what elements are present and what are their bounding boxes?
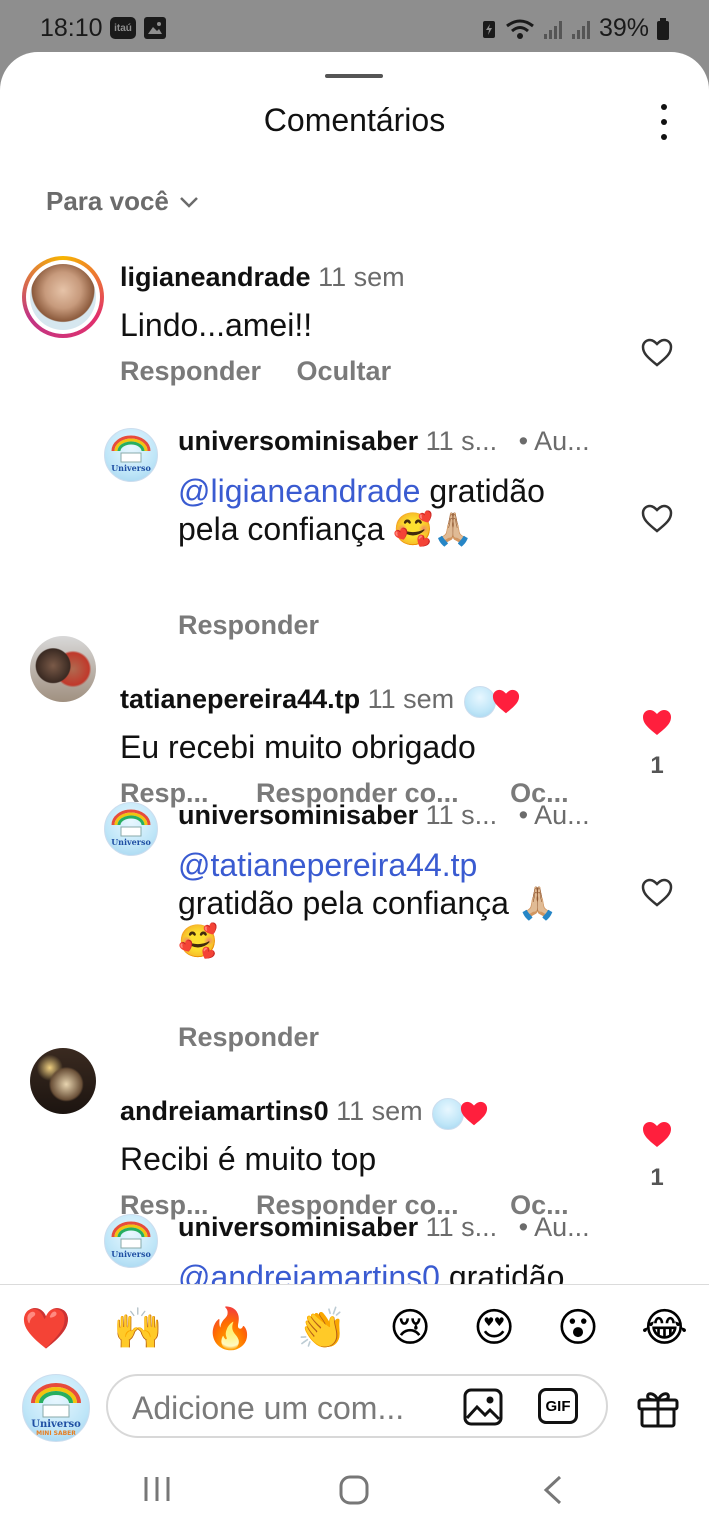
svg-text:Universo: Universo (31, 1419, 81, 1430)
svg-text:Universo: Universo (111, 463, 151, 473)
signal-icon-1 (543, 20, 562, 39)
comment-time: 11 s... (425, 800, 498, 830)
more-options-icon[interactable] (652, 104, 676, 140)
comments-sheet: Comentários Para você ligianeandrade 11 … (0, 52, 709, 1536)
heart-filled-icon[interactable] (641, 708, 673, 738)
hide-button[interactable]: Ocultar (297, 356, 392, 386)
filter-label: Para você (46, 186, 169, 216)
emoji-laughing[interactable]: 😂 (641, 1305, 688, 1351)
heart-outline-icon[interactable] (641, 504, 673, 534)
comment-text: Recibi é muito top (120, 1141, 377, 1177)
comment-actions: Responder (178, 1022, 319, 1053)
status-time: 18:10 (40, 14, 103, 42)
chevron-down-icon (179, 196, 198, 208)
avatar[interactable]: Universo (104, 428, 158, 482)
comment-input-placeholder: Adicione um com... (132, 1390, 405, 1426)
avatar[interactable] (30, 636, 96, 702)
image-icon[interactable] (462, 1387, 504, 1427)
like-count: 1 (650, 1164, 664, 1191)
avatar[interactable] (22, 256, 104, 338)
home-icon[interactable] (338, 1474, 370, 1506)
comment-username[interactable]: andreiamartins0 11 sem (120, 1096, 494, 1130)
comment-username[interactable]: universominisaber 11 s... • Au... (178, 426, 590, 457)
itau-app-icon: itaú (110, 17, 136, 39)
gif-label: GIF (545, 1397, 571, 1415)
comment-time: 11 s... (425, 426, 498, 456)
comment-text: Lindo...amei!! (120, 307, 313, 343)
mention-link[interactable]: @tatianepereira44.tp (178, 847, 477, 883)
reply-button[interactable]: Responder (120, 356, 261, 386)
emoji-clap[interactable]: 👏 (297, 1305, 347, 1352)
recent-apps-icon[interactable] (142, 1474, 172, 1504)
wifi-icon (506, 19, 534, 39)
comments-list[interactable]: Comentários Para você ligianeandrade 11 … (0, 52, 709, 1285)
emoji-heart[interactable]: ❤️ (21, 1305, 71, 1352)
back-icon[interactable] (540, 1474, 566, 1506)
gift-icon[interactable] (636, 1388, 680, 1428)
svg-text:Universo: Universo (111, 837, 151, 847)
battery-percentage: 39% (598, 14, 649, 42)
reply-button[interactable]: Responder (178, 610, 319, 640)
system-navigation-bar (0, 1452, 709, 1536)
gallery-notification-icon (144, 17, 166, 39)
comment-time: 11 sem (318, 262, 405, 292)
emoji-heart-eyes[interactable]: 😍 (473, 1305, 515, 1351)
sheet-title: Comentários (263, 102, 446, 138)
comment-text: Eu recebi muito obrigado (120, 729, 476, 765)
heart-filled-icon[interactable] (641, 1120, 673, 1150)
avatar[interactable]: Universo (104, 802, 158, 856)
status-bar: 18:10 itaú 39% (0, 0, 709, 58)
comment-username[interactable]: universominisaber 11 s... • Au... (178, 800, 590, 831)
drag-handle[interactable] (325, 74, 383, 78)
comment-text: @tatianepereira44.tp gratidão pela confia… (178, 847, 558, 959)
heart-filled-icon (492, 689, 519, 714)
emoji-reaction-bar: ❤️ 🙌 🔥 👏 😢 😍 😮 😂 (0, 1284, 709, 1371)
avatar[interactable] (30, 1048, 96, 1114)
comment-time: 11 s... (425, 1212, 498, 1242)
author-tag: • Au... (518, 1212, 590, 1242)
signal-icon-2 (571, 20, 590, 39)
comment-username[interactable]: ligianeandrade 11 sem (120, 262, 405, 293)
comment-input[interactable]: Adicione um com... GIF (106, 1374, 608, 1438)
emoji-surprised[interactable]: 😮 (557, 1305, 599, 1351)
avatar[interactable]: Universo (104, 1214, 158, 1268)
comment-time: 11 sem (336, 1096, 423, 1126)
comment-username[interactable]: universominisaber 11 s... • Au... (178, 1212, 590, 1243)
emoji-fire[interactable]: 🔥 (205, 1305, 255, 1352)
comment-username[interactable]: tatianepereira44.tp 11 sem (120, 684, 526, 718)
heart-outline-icon[interactable] (641, 338, 673, 368)
comment-text: @andreiamartins0 gratidão (178, 1258, 618, 1285)
comment-text: @ligianeandrade gratidão pela confiança 🥰… (178, 473, 545, 547)
author-tag: • Au... (518, 800, 590, 830)
comment-time: 11 sem (367, 684, 455, 714)
comment-actions: Responder Ocultar (120, 356, 391, 387)
mention-link[interactable]: @andreiamartins0 (178, 1259, 440, 1285)
like-count: 1 (650, 752, 664, 779)
comment-actions: Responder (178, 610, 319, 641)
own-avatar[interactable]: Universo MINI SABER (22, 1374, 90, 1442)
mention-link[interactable]: @ligianeandrade (178, 473, 420, 509)
reply-button[interactable]: Responder (178, 1022, 319, 1052)
comment-composer: Universo MINI SABER Adicione um com... GI… (0, 1370, 709, 1452)
liked-by-author-badge (430, 1097, 494, 1130)
battery-saver-icon (482, 20, 495, 38)
battery-icon (657, 17, 669, 40)
heart-filled-icon (461, 1101, 488, 1126)
svg-text:MINI SABER: MINI SABER (36, 1430, 76, 1437)
svg-text:Universo: Universo (111, 1249, 151, 1259)
liked-by-author-badge (462, 685, 526, 718)
heart-outline-icon[interactable] (641, 878, 673, 908)
filter-dropdown[interactable]: Para você (46, 186, 199, 217)
emoji-crying[interactable]: 😢 (389, 1305, 431, 1351)
gif-icon[interactable]: GIF (538, 1388, 578, 1424)
emoji-raised-hands[interactable]: 🙌 (113, 1305, 163, 1352)
author-tag: • Au... (518, 426, 590, 456)
